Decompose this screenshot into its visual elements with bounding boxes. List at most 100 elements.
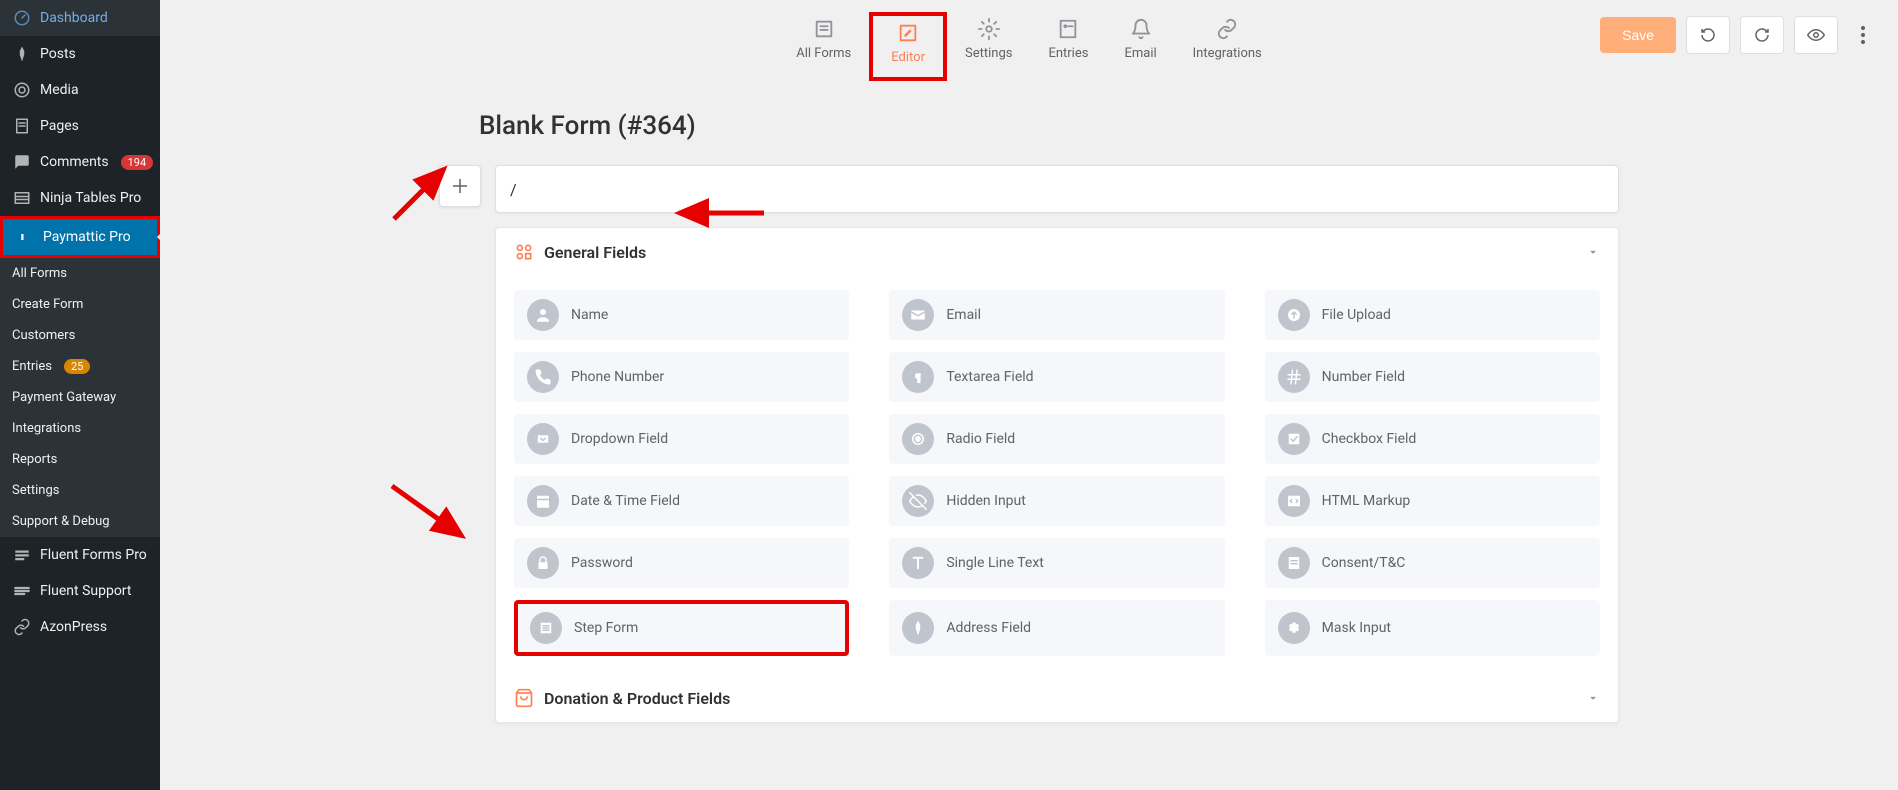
sidebar-sub-all-forms[interactable]: All Forms [0,258,160,289]
media-icon [12,80,32,100]
sidebar-item-ninja-tables-pro[interactable]: Ninja Tables Pro [0,180,160,216]
radio-icon [902,423,934,455]
mask-icon: ✱ [1278,612,1310,644]
tab-entries[interactable]: Entries [1030,12,1106,81]
undo-button[interactable] [1686,16,1730,54]
sidebar-sub-reports[interactable]: Reports [0,444,160,475]
field-phone-number[interactable]: Phone Number [514,352,849,402]
more-menu-button[interactable] [1848,16,1878,54]
field-label: Address Field [946,620,1031,636]
tab-email[interactable]: Email [1106,12,1174,81]
sidebar-sub-create-form[interactable]: Create Form [0,289,160,320]
sidebar-item-fluent-forms-pro[interactable]: Fluent Forms Pro [0,537,160,573]
consent-icon [1278,547,1310,579]
forms-icon [12,545,32,565]
field-number-field[interactable]: Number Field [1265,352,1600,402]
field-mask-input[interactable]: ✱Mask Input [1265,600,1600,656]
field-html-markup[interactable]: HTML Markup [1265,476,1600,526]
sidebar-item-label: Entries [12,359,52,374]
sidebar-sub-integrations[interactable]: Integrations [0,413,160,444]
html-icon [1278,485,1310,517]
redo-button[interactable] [1740,16,1784,54]
field-label: HTML Markup [1322,493,1411,509]
hidden-icon [902,485,934,517]
add-field-button[interactable] [439,165,481,207]
sidebar-item-media[interactable]: Media [0,72,160,108]
field-checkbox-field[interactable]: Checkbox Field [1265,414,1600,464]
sidebar-item-fluent-support[interactable]: Fluent Support [0,573,160,609]
upload-icon [1278,299,1310,331]
sidebar-item-posts[interactable]: Posts [0,36,160,72]
sidebar-item-label: Media [40,82,79,98]
tab-integrations[interactable]: Integrations [1175,12,1280,81]
chevron-down-icon [1586,691,1600,705]
field-label: Name [571,307,608,323]
field-label: File Upload [1322,307,1391,323]
sidebar-item-comments[interactable]: Comments194 [0,144,160,180]
field-textarea-field[interactable]: ¶Textarea Field [889,352,1224,402]
field-single-line-text[interactable]: Single Line Text [889,538,1224,588]
page-icon [12,116,32,136]
sidebar-item-dashboard[interactable]: Dashboard [0,0,160,36]
sidebar-item-pages[interactable]: Pages [0,108,160,144]
field-hidden-input[interactable]: Hidden Input [889,476,1224,526]
field-label: Number Field [1322,369,1405,385]
field-email[interactable]: Email [889,290,1224,340]
field-dropdown-field[interactable]: Dropdown Field [514,414,849,464]
tab-label: All Forms [796,46,851,61]
sidebar-item-paymattic-pro[interactable]: Paymattic Pro [3,219,157,255]
entries-icon [1057,18,1079,40]
sidebar-sub-entries[interactable]: Entries25 [0,351,160,382]
support-icon [12,581,32,601]
section-icon [514,688,534,708]
field-consent-t-c[interactable]: Consent/T&C [1265,538,1600,588]
comment-icon [12,152,32,172]
sidebar-item-label: Ninja Tables Pro [40,190,141,206]
tab-label: Email [1124,46,1156,61]
field-label: Consent/T&C [1322,555,1406,571]
save-button[interactable]: Save [1600,17,1676,53]
sidebar-sub-payment-gateway[interactable]: Payment Gateway [0,382,160,413]
field-password[interactable]: Password [514,538,849,588]
sidebar-sub-support-&-debug[interactable]: Support & Debug [0,506,160,537]
preview-button[interactable] [1794,16,1838,54]
sidebar-item-label: Comments [40,154,109,170]
tab-all-forms[interactable]: All Forms [778,12,869,81]
tab-editor[interactable]: Editor [869,12,947,81]
section-header-donation-product-fields[interactable]: Donation & Product Fields [496,674,1618,722]
field-file-upload[interactable]: File Upload [1265,290,1600,340]
bell-icon [1130,18,1152,40]
sidebar-item-label: All Forms [12,266,67,281]
dashboard-icon [12,8,32,28]
field-date-time-field[interactable]: Date & Time Field [514,476,849,526]
sidebar-sub-settings[interactable]: Settings [0,475,160,506]
sidebar-item-label: Fluent Forms Pro [40,547,147,563]
svg-text:¶: ¶ [916,373,921,384]
sidebar-item-label: Support & Debug [12,514,110,529]
pin-icon [12,44,32,64]
checkbox-icon [1278,423,1310,455]
sidebar-item-azonpress[interactable]: AzonPress [0,609,160,645]
field-label: Single Line Text [946,555,1044,571]
field-radio-field[interactable]: Radio Field [889,414,1224,464]
user-icon [527,299,559,331]
tab-label: Integrations [1193,46,1262,61]
sidebar-item-label: Dashboard [40,10,108,26]
chevron-down-icon [1586,245,1600,259]
field-step-form[interactable]: Step Form [514,600,849,656]
field-name[interactable]: Name [514,290,849,340]
dropdown-icon [527,423,559,455]
field-label: Step Form [574,620,638,636]
section-header-general-fields[interactable]: General Fields [496,228,1618,276]
sidebar-sub-customers[interactable]: Customers [0,320,160,351]
field-label: Date & Time Field [571,493,680,509]
phone-icon [527,361,559,393]
sidebar-item-label: Paymattic Pro [43,229,131,245]
page-title: Blank Form (#364) [479,111,1619,141]
tab-settings[interactable]: Settings [947,12,1030,81]
sidebar-item-label: Payment Gateway [12,390,116,405]
sidebar-item-label: Customers [12,328,75,343]
field-search-input[interactable]: / [495,165,1619,213]
main-area: All Forms EditorSettingsEntries Email Integ… [160,0,1898,790]
field-address-field[interactable]: Address Field [889,600,1224,656]
